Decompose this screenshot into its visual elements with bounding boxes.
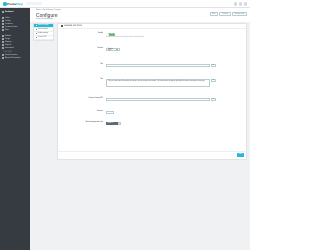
- position-row: Position Product page: [58, 48, 248, 52]
- panel-header: GENERAL SETTINGS: [58, 24, 246, 29]
- sidebar-item-international[interactable]: International: [2, 47, 14, 49]
- cart-icon: [2, 17, 4, 19]
- tab-custom-css[interactable]: Custom CSS: [34, 36, 53, 40]
- enable-row: Enable YES Enable or disable the social …: [58, 33, 248, 38]
- bar-chart-icon: [2, 29, 4, 31]
- enable-label: Enable: [98, 33, 103, 34]
- shop-icon[interactable]: [238, 2, 242, 6]
- columns-row: Columns 4: [58, 111, 248, 115]
- title-input[interactable]: Share this product: [106, 64, 210, 68]
- globe-icon: [2, 47, 4, 49]
- translate-button[interactable]: Translate: [219, 12, 231, 16]
- sidebar: Dashboard Orders Catalog Customers Custo…: [0, 8, 30, 250]
- position-select[interactable]: Product page: [106, 48, 120, 52]
- truck-icon: [2, 41, 4, 43]
- avatar[interactable]: [243, 2, 247, 6]
- chat-icon: [2, 26, 4, 28]
- language-dropdown[interactable]: en: [211, 79, 216, 83]
- puzzle-icon: [2, 35, 4, 37]
- sidebar-section-configure: CONFIGURE: [3, 52, 13, 53]
- breadcrumb[interactable]: Modules / Social Manager / Configure: [36, 10, 61, 11]
- language-dropdown[interactable]: en: [211, 64, 216, 68]
- background-color-label: Button background color: [85, 122, 103, 123]
- title-label: Title: [100, 64, 103, 65]
- user-icon: [2, 23, 4, 25]
- chevron-down-icon: [116, 49, 119, 51]
- page-header: Modules / Social Manager / Configure Con…: [30, 8, 250, 22]
- enable-toggle[interactable]: YES: [106, 33, 115, 37]
- trending-up-icon: [2, 11, 4, 13]
- panel-footer: Save: [58, 151, 248, 159]
- header-toolbar: Back Translate Manage hooks: [209, 12, 247, 16]
- enable-help: Enable or disable the social sharing mod…: [106, 37, 145, 39]
- top-right-actions: [233, 2, 247, 6]
- quick-access-search[interactable]: [26, 2, 42, 6]
- custom-url-label: Custom sharing URL: [88, 98, 103, 99]
- panel-title: GENERAL SETTINGS: [64, 25, 83, 27]
- logo-text: PrestaShop: [7, 2, 23, 6]
- page-subtitle: Product Social Manager: [36, 18, 54, 20]
- text-row: Text Tell your friends about this produc…: [58, 79, 248, 87]
- save-button[interactable]: Save: [236, 152, 244, 157]
- columns-input[interactable]: 4: [106, 111, 114, 115]
- toggle-knob: [106, 33, 109, 36]
- columns-label: Columns: [96, 111, 103, 112]
- settings-icon: [2, 54, 4, 56]
- card-icon: [2, 44, 4, 46]
- manage-hooks-button[interactable]: Manage hooks: [232, 12, 247, 16]
- logo[interactable]: PrestaShop: [3, 2, 23, 6]
- language-dropdown[interactable]: en: [211, 98, 216, 102]
- store-icon: [2, 20, 4, 22]
- cog-icon: [35, 24, 37, 27]
- back-button[interactable]: Back: [209, 12, 218, 16]
- top-bar: PrestaShop: [0, 0, 250, 8]
- text-textarea[interactable]: Tell your friends about this product by …: [106, 79, 210, 87]
- sidebar-item-advanced-parameters[interactable]: Advanced Parameters: [2, 57, 21, 59]
- sidebar-item-dashboard[interactable]: Dashboard: [2, 11, 13, 13]
- eye-icon: [35, 32, 37, 35]
- color-picker-icon[interactable]: [118, 122, 121, 126]
- sidebar-item-stats[interactable]: Stats: [2, 29, 9, 31]
- custom-url-row: Custom sharing URL en: [58, 98, 248, 102]
- custom-url-input[interactable]: [106, 98, 210, 102]
- code-icon: [35, 36, 37, 39]
- background-color-input[interactable]: #5e6a73: [106, 122, 118, 126]
- settings-icon: [61, 25, 63, 27]
- gear-icon: [2, 57, 4, 59]
- general-settings-panel: GENERAL SETTINGS Enable YES Enable or di…: [57, 23, 248, 160]
- notifications-icon[interactable]: [233, 2, 237, 6]
- settings-tabs: General settings Social networks Display…: [33, 23, 54, 41]
- desktop-icon: [2, 38, 4, 40]
- share-icon: [35, 28, 37, 31]
- text-label: Text: [100, 79, 103, 80]
- background-color-row: Button background color #5e6a73: [58, 122, 248, 126]
- position-label: Position: [97, 48, 103, 49]
- title-row: Title Share this product en: [58, 64, 248, 68]
- logo-icon: [3, 2, 7, 6]
